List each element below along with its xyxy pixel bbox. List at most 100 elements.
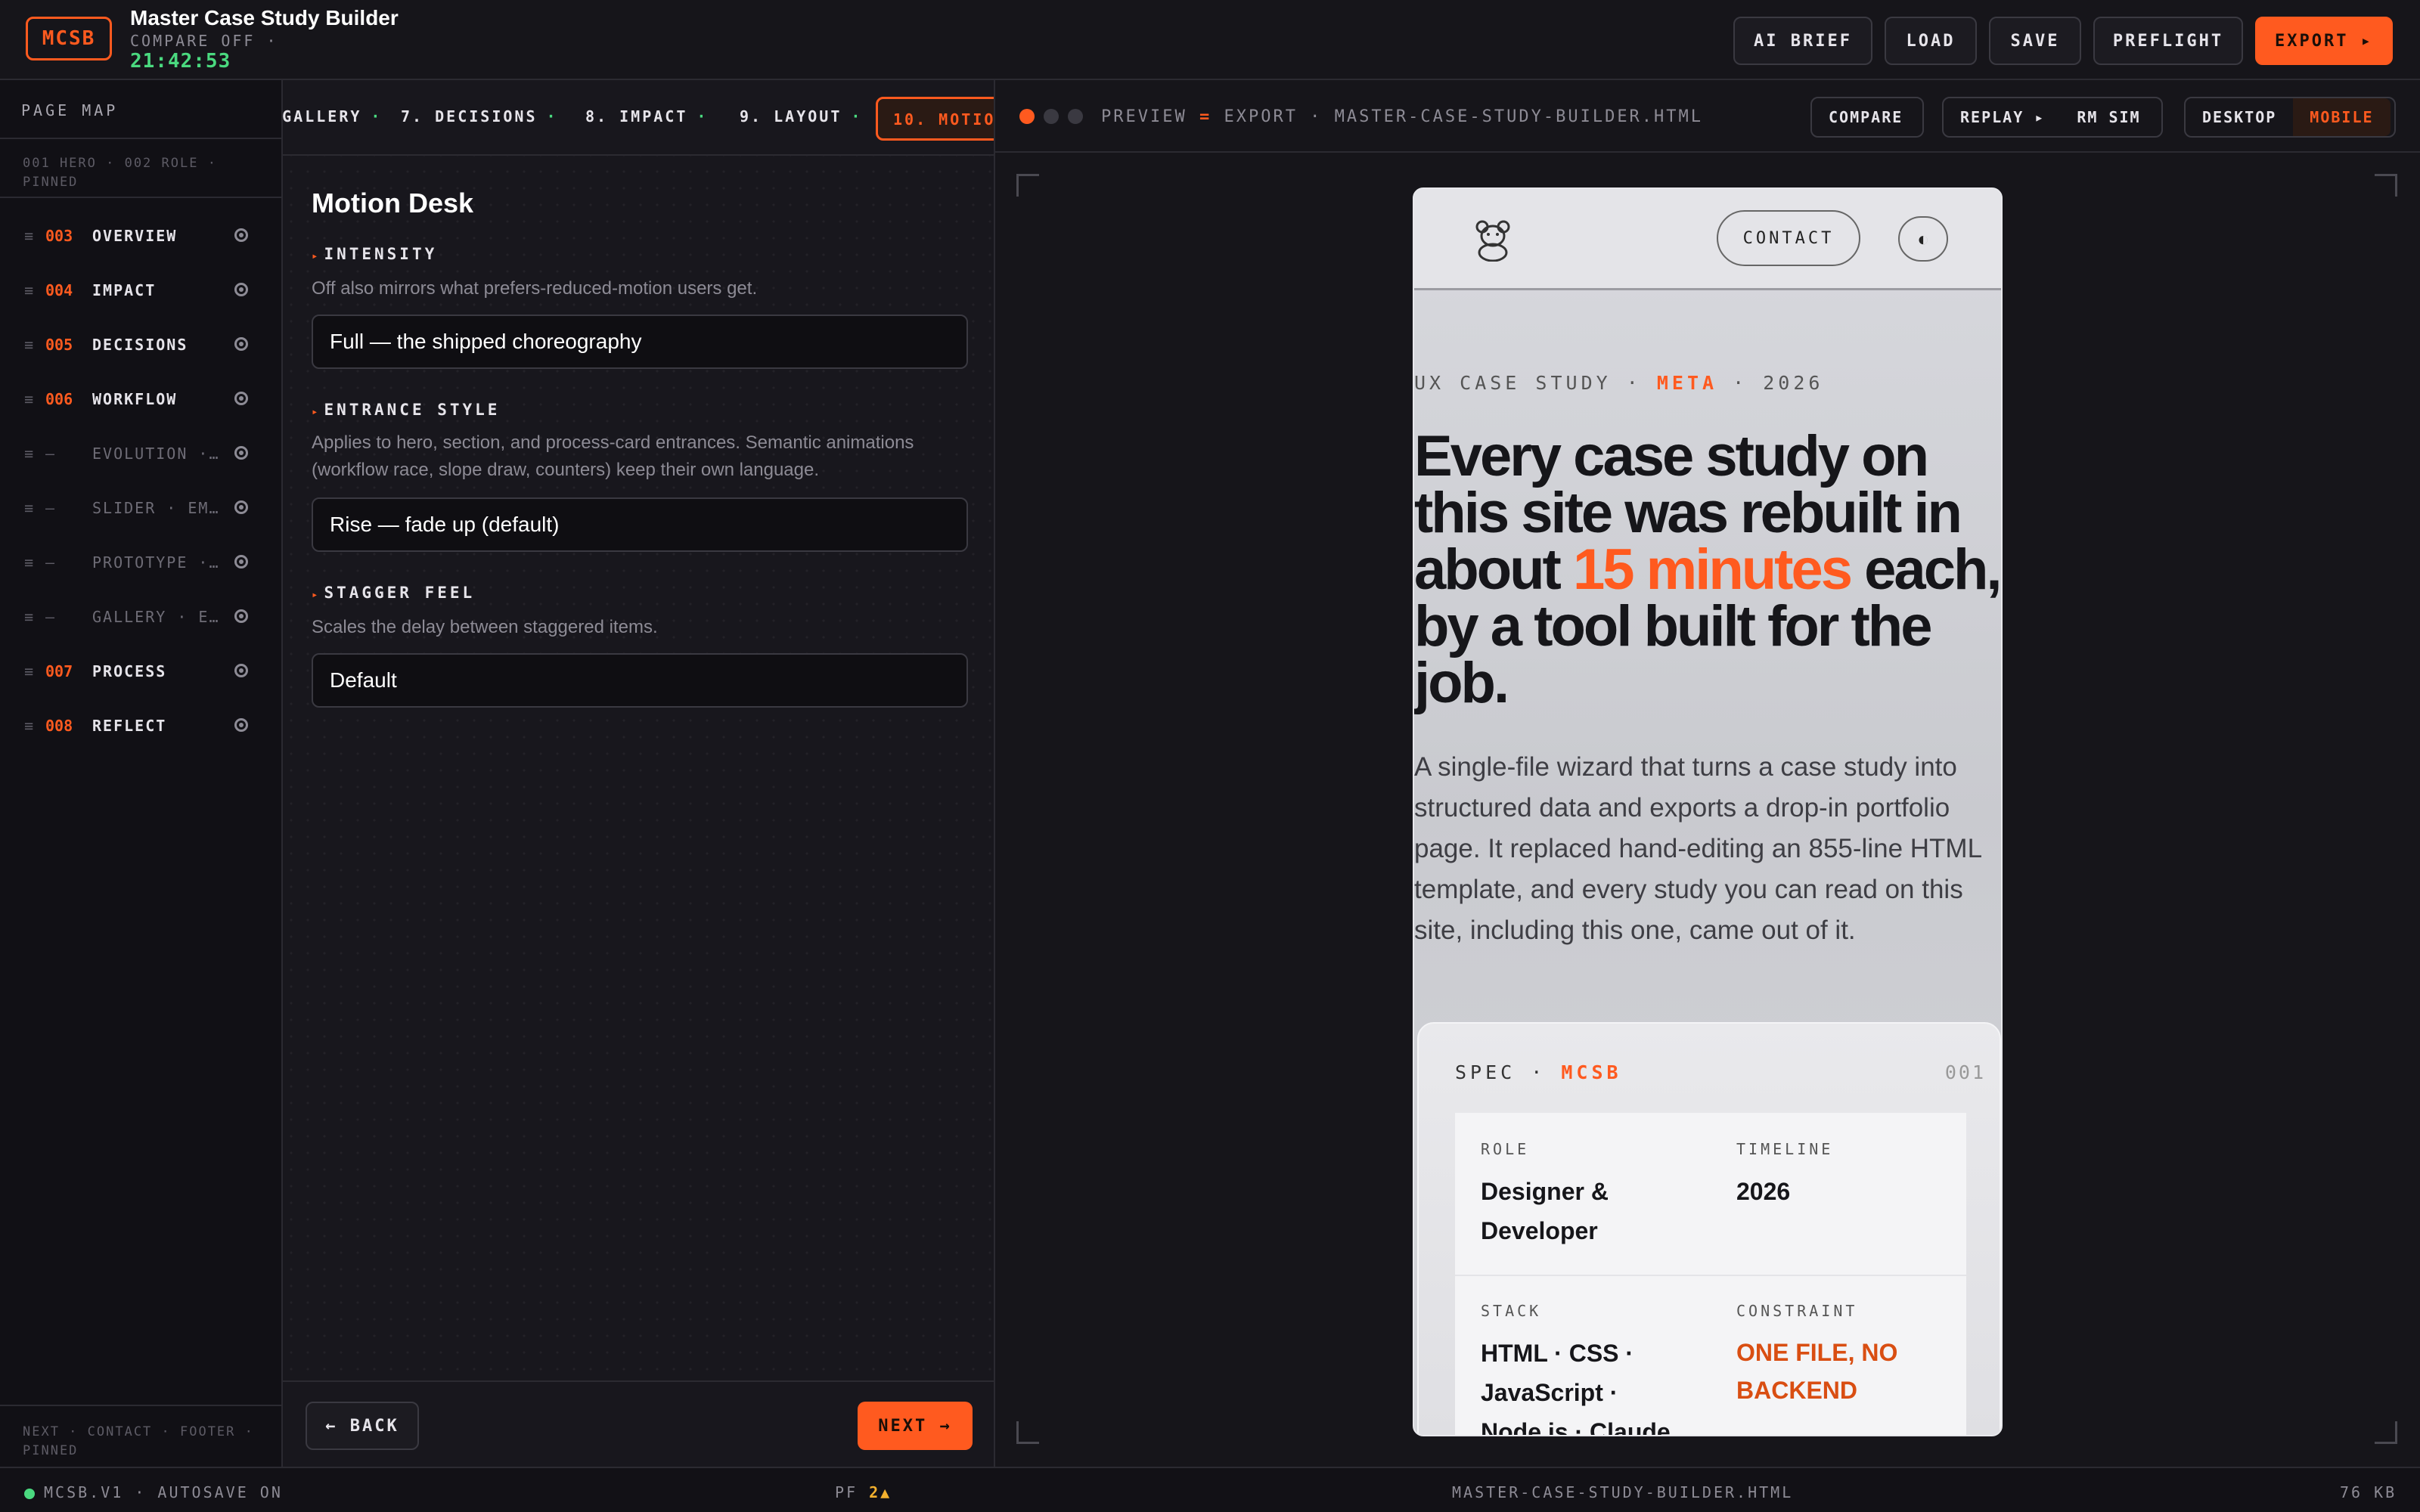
stagger-feel-label: ▸ STAGGER FEEL xyxy=(312,584,476,602)
desk-title: Motion Desk xyxy=(312,187,474,218)
section-label: DECISIONS xyxy=(92,336,188,354)
theme-toggle-icon[interactable]: ◐ xyxy=(1898,216,1948,262)
mobile-toggle[interactable]: MOBILE xyxy=(2293,98,2391,136)
preview-panel: PREVIEW = EXPORT · MASTER-CASE-STUDY-BUI… xyxy=(995,80,2420,1467)
spec-divider xyxy=(1455,1275,1966,1276)
status-bar: MCSB.V1 · AUTOSAVE ON PF 2▲ MASTER-CASE-… xyxy=(0,1467,2420,1512)
mobile-preview-frame[interactable]: CONTACT ◐ UX CASE STUDY · META · 2026 Ev… xyxy=(1413,187,2003,1436)
stagger-feel-help: Scales the delay between staggered items… xyxy=(312,617,658,637)
spec-card: SPEC · MCSB 001 ROLE Designer & Develope… xyxy=(1417,1022,2001,1436)
intensity-select[interactable]: Full — the shipped choreography xyxy=(312,314,968,369)
status-filename: MASTER-CASE-STUDY-BUILDER.HTML xyxy=(1452,1483,1794,1501)
site-nav: CONTACT ◐ xyxy=(1414,189,2001,290)
drag-handle-icon[interactable]: ≡ xyxy=(24,281,33,299)
section-number: — xyxy=(45,553,55,572)
load-button[interactable]: LOAD xyxy=(1885,17,1977,65)
section-number: 007 xyxy=(45,662,73,680)
page-map-sidebar: PAGE MAP 001 HERO · 002 ROLE · PINNED ≡ … xyxy=(0,80,283,1467)
tab-gallery[interactable]: 6. GALLERY· xyxy=(283,107,382,125)
spec-role: ROLE Designer & Developer xyxy=(1481,1140,1609,1244)
desktop-toggle[interactable]: DESKTOP xyxy=(2186,108,2293,126)
rm-sim-button[interactable]: RM SIM xyxy=(2062,108,2157,126)
drag-handle-icon[interactable]: ≡ xyxy=(24,553,33,572)
tab-motion[interactable]: 10. MOTION xyxy=(876,97,994,141)
entrance-style-select[interactable]: Rise — fade up (default) xyxy=(312,497,968,552)
preflight-button[interactable]: PREFLIGHT xyxy=(2093,17,2243,65)
save-button[interactable]: SAVE xyxy=(1989,17,2081,65)
section-label: REFLECT xyxy=(92,717,167,735)
replay-group: REPLAY ▸ RM SIM xyxy=(1942,97,2163,138)
eye-icon[interactable] xyxy=(234,664,248,677)
sidebar-item-process[interactable]: ≡ 007 PROCESS xyxy=(0,644,283,699)
compare-button[interactable]: COMPARE xyxy=(1810,97,1924,138)
sidebar-item-workflow[interactable]: ≡ 006 WORKFLOW xyxy=(0,372,283,426)
window-dot-icon xyxy=(1068,109,1083,124)
file-size: 76 KB xyxy=(2340,1483,2397,1501)
sidebar-item-prototype[interactable]: ≡ — PROTOTYPE · HIDDEN xyxy=(0,535,283,590)
pinned-top-sections: 001 HERO · 002 ROLE · PINNED xyxy=(0,138,283,198)
eye-icon[interactable] xyxy=(234,337,248,351)
eye-icon[interactable] xyxy=(234,446,248,460)
back-button[interactable]: ← BACK xyxy=(306,1402,419,1450)
tab-impact[interactable]: 8. IMPACT · xyxy=(585,107,708,125)
eye-icon[interactable] xyxy=(234,283,248,296)
sidebar-item-slider[interactable]: ≡ — SLIDER · EMPTY xyxy=(0,481,283,535)
preview-path: PREVIEW = EXPORT · MASTER-CASE-STUDY-BUI… xyxy=(1101,107,1704,126)
section-number: — xyxy=(45,499,55,517)
drag-handle-icon[interactable]: ≡ xyxy=(24,445,33,463)
step-tabs: 6. GALLERY· 7. DECISIONS· 8. IMPACT· 9. … xyxy=(283,80,994,156)
drag-handle-icon[interactable]: ≡ xyxy=(24,390,33,408)
contact-button[interactable]: CONTACT xyxy=(1717,210,1860,266)
preview-toolbar: PREVIEW = EXPORT · MASTER-CASE-STUDY-BUI… xyxy=(995,80,2420,153)
section-label: PROCESS xyxy=(92,662,167,680)
spec-timeline: TIMELINE 2026 xyxy=(1736,1140,1834,1205)
eye-icon[interactable] xyxy=(234,500,248,514)
intensity-label: ▸ INTENSITY xyxy=(312,245,438,263)
intensity-help: Off also mirrors what prefers-reduced-mo… xyxy=(312,278,758,299)
autosave-status: MCSB.V1 · AUTOSAVE ON xyxy=(24,1483,283,1501)
eye-icon[interactable] xyxy=(234,718,248,732)
drag-handle-icon[interactable]: ≡ xyxy=(24,499,33,517)
export-button[interactable]: EXPORT ▸ xyxy=(2255,17,2393,65)
hero-headline: Every case study on this site was rebuil… xyxy=(1414,424,2001,715)
next-button[interactable]: NEXT → xyxy=(858,1402,973,1450)
eye-icon[interactable] xyxy=(234,392,248,405)
drag-handle-icon[interactable]: ≡ xyxy=(24,336,33,354)
stagger-feel-select[interactable]: Default xyxy=(312,653,968,708)
sidebar-item-reflect[interactable]: ≡ 008 REFLECT xyxy=(0,699,283,753)
tab-decisions[interactable]: 7. DECISIONS · xyxy=(401,107,558,125)
drag-handle-icon[interactable]: ≡ xyxy=(24,608,33,626)
drag-handle-icon[interactable]: ≡ xyxy=(24,717,33,735)
drag-handle-icon[interactable]: ≡ xyxy=(24,662,33,680)
section-label: WORKFLOW xyxy=(92,390,178,408)
sidebar-item-gallery[interactable]: ≡ — GALLERY · EMPTY xyxy=(0,590,283,644)
drag-handle-icon[interactable]: ≡ xyxy=(24,227,33,245)
frame-corner xyxy=(1016,1421,1039,1444)
tab-layout[interactable]: 9. LAYOUT · xyxy=(740,107,862,125)
bear-logo-icon[interactable] xyxy=(1473,219,1512,269)
case-study-eyebrow: UX CASE STUDY · META · 2026 xyxy=(1414,372,1824,394)
sidebar-item-overview[interactable]: ≡ 003 OVERVIEW xyxy=(0,209,283,263)
section-number: 005 xyxy=(45,336,73,354)
window-dot-icon xyxy=(1044,109,1059,124)
section-number: 003 xyxy=(45,227,73,245)
section-number: — xyxy=(45,445,55,463)
spec-number: 001 xyxy=(1944,1061,1986,1083)
frame-corner xyxy=(2375,1421,2397,1444)
replay-button[interactable]: REPLAY ▸ xyxy=(1944,108,2062,126)
sidebar-item-impact[interactable]: ≡ 004 IMPACT xyxy=(0,263,283,318)
app-title: Master Case Study Builder xyxy=(130,6,399,29)
section-label: GALLERY · EMPTY xyxy=(92,608,221,626)
section-label: SLIDER · EMPTY xyxy=(92,499,221,517)
ai-brief-button[interactable]: AI BRIEF xyxy=(1733,17,1872,65)
section-number: 004 xyxy=(45,281,73,299)
section-label: OVERVIEW xyxy=(92,227,178,245)
sidebar-item-decisions[interactable]: ≡ 005 DECISIONS xyxy=(0,318,283,372)
spec-stack: STACK HTML · CSS · JavaScript · Node.js … xyxy=(1481,1302,1671,1436)
eye-icon[interactable] xyxy=(234,228,248,242)
eye-icon[interactable] xyxy=(234,555,248,569)
eye-icon[interactable] xyxy=(234,609,248,623)
sidebar-item-evolution[interactable]: ≡ — EVOLUTION · HIDDEN xyxy=(0,426,283,481)
preflight-count[interactable]: PF 2▲ xyxy=(835,1483,892,1501)
section-number: 006 xyxy=(45,390,73,408)
